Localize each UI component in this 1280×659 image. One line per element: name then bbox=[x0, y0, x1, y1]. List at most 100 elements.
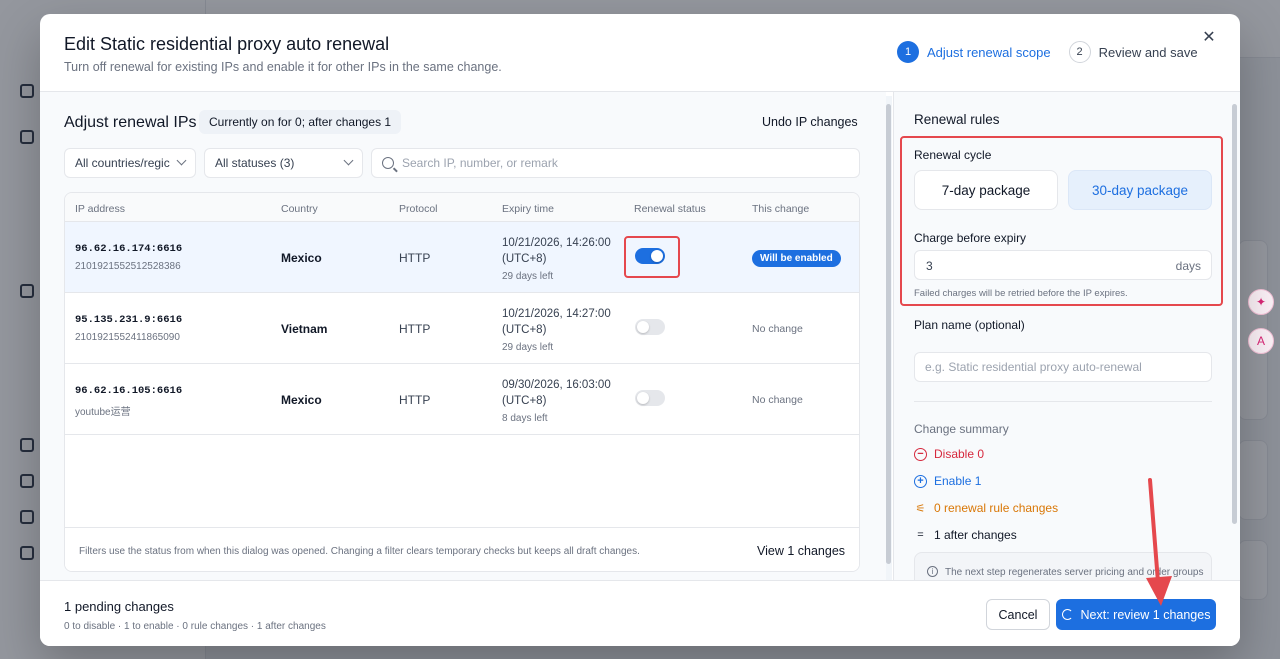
retry-note: Failed charges will be retried before th… bbox=[914, 288, 1128, 299]
step-adjust-scope[interactable]: 1 Adjust renewal scope bbox=[897, 41, 1051, 63]
panel-title: Adjust renewal IPs bbox=[64, 114, 197, 131]
days-left: 29 days left bbox=[502, 342, 554, 353]
summary-rule-changes: ⚟ 0 renewal rule changes bbox=[914, 501, 1059, 515]
right-scrollbar[interactable] bbox=[1232, 96, 1238, 582]
expiry-timezone: (UTC+8) bbox=[502, 324, 547, 336]
days-left: 29 days left bbox=[502, 271, 554, 282]
expiry-timezone: (UTC+8) bbox=[502, 395, 547, 407]
table-row[interactable]: 96.62.16.174:6616 2101921552512528386 Me… bbox=[65, 222, 859, 293]
pending-changes-title: 1 pending changes bbox=[64, 599, 174, 614]
rules-title: Renewal rules bbox=[914, 112, 1000, 127]
scope-badge: Currently on for 0; after changes 1 bbox=[199, 110, 402, 134]
column-header-this-change: This change bbox=[752, 203, 810, 215]
renewal-cycle-label: Renewal cycle bbox=[914, 148, 992, 162]
ip-country: Vietnam bbox=[281, 322, 328, 336]
dialog-subtitle: Turn off renewal for existing IPs and en… bbox=[64, 60, 502, 74]
cycle-7-day-option[interactable]: 7-day package bbox=[914, 170, 1058, 210]
expiry-date: 10/21/2026, 14:27:00 bbox=[502, 308, 611, 320]
column-header-ip: IP address bbox=[75, 203, 126, 215]
country-filter-value: All countries/regic bbox=[75, 156, 170, 170]
summary-enable: + Enable 1 bbox=[914, 474, 981, 488]
change-badge: Will be enabled bbox=[752, 250, 841, 267]
next-review-button[interactable]: Next: review 1 changes bbox=[1056, 599, 1216, 630]
plan-name-input[interactable] bbox=[925, 360, 1205, 374]
search-input[interactable] bbox=[402, 156, 842, 170]
ip-protocol: HTTP bbox=[399, 393, 431, 407]
ai-assistant-icon[interactable]: ✦ bbox=[1248, 289, 1274, 315]
summary-disable-text: Disable 0 bbox=[934, 447, 985, 461]
table-header: IP address Country Protocol Expiry time … bbox=[65, 193, 859, 222]
ip-country: Mexico bbox=[281, 251, 322, 265]
divider bbox=[914, 401, 1212, 402]
ip-number: 2101921552411865090 bbox=[75, 332, 180, 343]
cycle-30-day-option[interactable]: 30-day package bbox=[1068, 170, 1212, 210]
summary-title: Change summary bbox=[914, 422, 1009, 436]
sliders-icon: ⚟ bbox=[915, 502, 926, 515]
filter-note: Filters use the status from when this di… bbox=[79, 546, 640, 557]
cancel-button[interactable]: Cancel bbox=[986, 599, 1050, 630]
expiry-date: 10/21/2026, 14:26:00 bbox=[502, 237, 611, 249]
column-header-renewal-status: Renewal status bbox=[634, 203, 706, 215]
chevron-down-icon bbox=[176, 155, 187, 166]
step-number: 1 bbox=[897, 41, 919, 63]
renewal-rules-panel: Renewal rules Renewal cycle 7-day packag… bbox=[893, 92, 1240, 612]
plus-circle-icon: + bbox=[914, 474, 927, 488]
view-changes-button[interactable]: View 1 changes bbox=[757, 544, 845, 558]
search-field bbox=[371, 148, 860, 178]
search-icon bbox=[382, 157, 394, 169]
plan-name-label: Plan name (optional) bbox=[914, 318, 1025, 332]
days-left: 8 days left bbox=[502, 413, 548, 424]
translate-icon[interactable]: A bbox=[1248, 328, 1274, 354]
close-icon[interactable]: ✕ bbox=[1200, 28, 1218, 46]
dialog-footer: 1 pending changes 0 to disable · 1 to en… bbox=[40, 580, 1240, 646]
expiry-time: 09/30/2026, 16:03:00 (UTC+8) 8 days left bbox=[502, 377, 611, 427]
status-filter-value: All statuses (3) bbox=[215, 156, 295, 170]
step-number: 2 bbox=[1068, 41, 1091, 63]
equals-icon: = bbox=[917, 529, 924, 541]
status-filter-select[interactable]: All statuses (3) bbox=[204, 148, 363, 178]
table-row[interactable]: 96.62.16.105:6616 youtube运营 Mexico HTTP … bbox=[65, 364, 859, 435]
undo-ip-changes-button[interactable]: Undo IP changes bbox=[762, 115, 858, 129]
country-filter-select[interactable]: All countries/regic bbox=[64, 148, 196, 178]
toggle-knob bbox=[637, 321, 649, 333]
summary-after-text: 1 after changes bbox=[934, 528, 1017, 542]
ip-remark: youtube运营 bbox=[75, 407, 131, 418]
column-header-protocol: Protocol bbox=[399, 203, 438, 215]
charge-days-value: 3 bbox=[926, 259, 933, 273]
ip-address: 95.135.231.9:6616 bbox=[75, 314, 183, 326]
charge-days-unit: days bbox=[1175, 259, 1201, 273]
summary-enable-text: Enable 1 bbox=[934, 474, 982, 488]
next-review-label: Next: review 1 changes bbox=[1080, 607, 1211, 622]
renewal-toggle[interactable] bbox=[635, 390, 665, 406]
scrollbar-thumb[interactable] bbox=[886, 104, 891, 564]
ip-table: IP address Country Protocol Expiry time … bbox=[64, 192, 860, 572]
table-row[interactable]: 95.135.231.9:6616 2101921552411865090 Vi… bbox=[65, 293, 859, 364]
refresh-icon bbox=[1061, 609, 1073, 620]
change-status: No change bbox=[752, 394, 803, 406]
dialog-title: Edit Static residential proxy auto renew… bbox=[64, 34, 390, 54]
summary-after-changes: = 1 after changes bbox=[914, 528, 1017, 542]
summary-disable: − Disable 0 bbox=[914, 447, 984, 461]
ip-protocol: HTTP bbox=[399, 251, 431, 265]
charge-days-input[interactable]: 3 days bbox=[914, 250, 1212, 280]
edit-renewal-dialog: Edit Static residential proxy auto renew… bbox=[40, 14, 1240, 646]
chevron-down-icon bbox=[343, 155, 354, 166]
scrollbar-thumb[interactable] bbox=[1232, 104, 1237, 524]
expiry-time: 10/21/2026, 14:26:00 (UTC+8) 29 days lef… bbox=[502, 235, 611, 285]
step-label: Adjust renewal scope bbox=[927, 44, 1051, 60]
renewal-ips-panel: Adjust renewal IPs Currently on for 0; a… bbox=[40, 92, 886, 580]
stepper: 1 Adjust renewal scope 2 Review and save bbox=[897, 41, 1216, 63]
column-header-expiry: Expiry time bbox=[502, 203, 554, 215]
ip-address: 96.62.16.105:6616 bbox=[75, 385, 183, 397]
summary-rule-text: 0 renewal rule changes bbox=[934, 501, 1059, 515]
minus-circle-icon: − bbox=[914, 447, 927, 461]
step-review-save[interactable]: 2 Review and save bbox=[1068, 41, 1198, 63]
dialog-header: Edit Static residential proxy auto renew… bbox=[40, 14, 1240, 92]
expiry-time: 10/21/2026, 14:27:00 (UTC+8) 29 days lef… bbox=[502, 306, 611, 356]
expiry-date: 09/30/2026, 16:03:00 bbox=[502, 379, 611, 391]
charge-before-expiry-label: Charge before expiry bbox=[914, 231, 1027, 245]
renewal-toggle[interactable] bbox=[635, 319, 665, 335]
table-footer: Filters use the status from when this di… bbox=[65, 527, 859, 571]
left-scrollbar[interactable] bbox=[886, 96, 892, 582]
ip-number: 2101921552512528386 bbox=[75, 261, 181, 272]
